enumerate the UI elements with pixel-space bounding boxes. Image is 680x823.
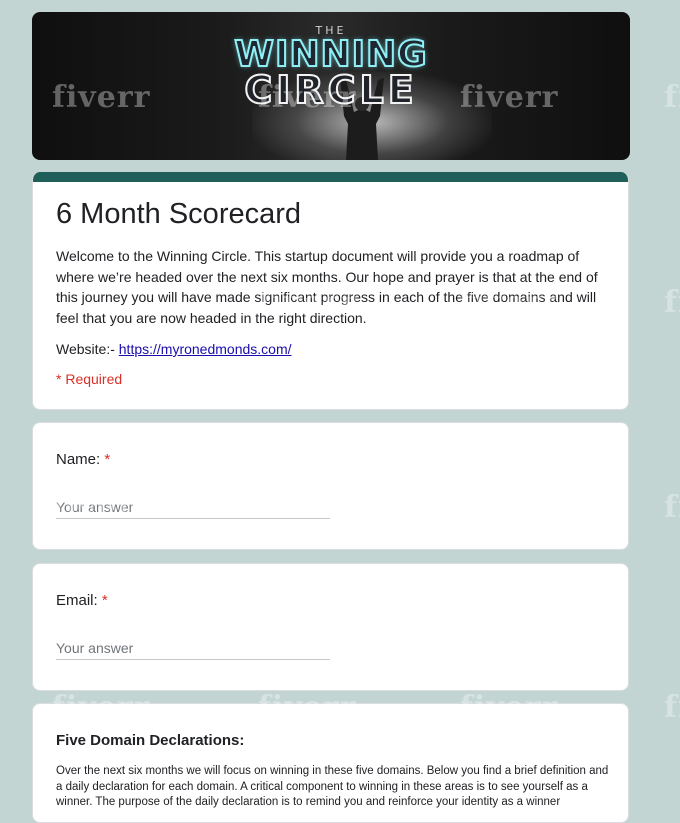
- question-card-name: Name: *: [32, 422, 629, 550]
- question-card-email: Email: *: [32, 563, 629, 691]
- name-input[interactable]: [56, 496, 330, 519]
- required-asterisk: *: [104, 451, 111, 468]
- watermark-text: fiverr: [664, 490, 680, 525]
- banner-circle-text: CIRCLE: [243, 67, 418, 113]
- form-title: 6 Month Scorecard: [56, 198, 302, 230]
- form-description: Welcome to the Winning Circle. This star…: [56, 248, 598, 326]
- required-note: * Required: [56, 371, 123, 387]
- title-accent-bar: [33, 172, 628, 182]
- header-banner-image: THE WINNING CIRCLE: [32, 12, 630, 160]
- name-label-text: Name:: [56, 451, 101, 468]
- question-label-name: Name: *: [56, 451, 110, 468]
- section-description: Over the next six months we will focus o…: [56, 765, 609, 808]
- watermark-text: fiverr: [664, 690, 680, 725]
- section-heading: Five Domain Declarations:: [56, 732, 245, 749]
- website-line: Website:- https://myronedmonds.com/: [56, 341, 292, 357]
- email-label-text: Email:: [56, 592, 98, 609]
- watermark-text: fiverr: [664, 80, 680, 115]
- watermark-text: fiverr: [664, 285, 680, 320]
- required-asterisk: *: [101, 592, 108, 609]
- question-label-email: Email: *: [56, 592, 108, 609]
- email-input[interactable]: [56, 637, 330, 660]
- website-label: Website:-: [56, 341, 119, 357]
- form-title-card: 6 Month Scorecard Welcome to the Winning…: [32, 172, 629, 410]
- website-link[interactable]: https://myronedmonds.com/: [119, 341, 292, 357]
- section-card-declarations: Five Domain Declarations: Over the next …: [32, 703, 629, 823]
